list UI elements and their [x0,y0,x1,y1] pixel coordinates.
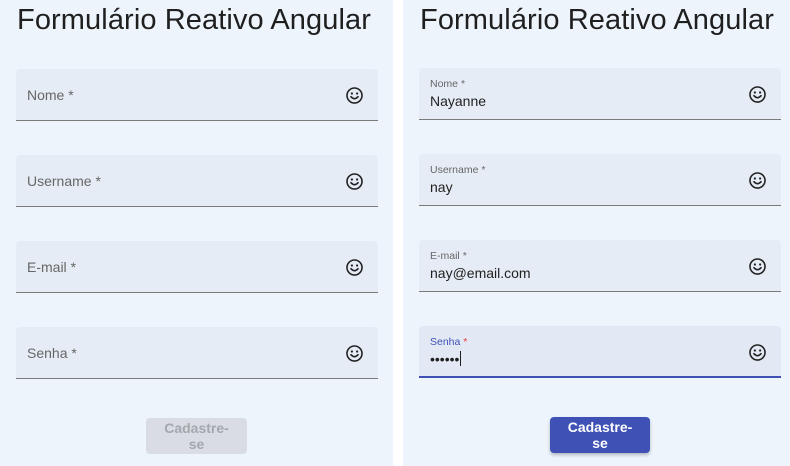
senha-label: Senha * [430,336,468,348]
nome-placeholder: Nome * [27,87,74,103]
smiley-icon [346,87,363,104]
smiley-icon [749,172,766,189]
cadastre-se-button[interactable]: Cadastre-se [550,417,650,453]
email-value: nay@email.com [430,265,531,281]
smiley-icon [346,173,363,190]
email-field[interactable]: E-mail * nay@email.com [419,240,781,292]
form-title: Formulário Reativo Angular [17,4,371,36]
senha-value: •••••• [430,351,462,367]
nome-value: Nayanne [430,93,487,109]
username-field[interactable]: Username * nay [419,154,781,206]
senha-placeholder: Senha * [27,345,77,361]
empty-form-panel: Formulário Reativo Angular Nome * Userna… [0,0,393,466]
smiley-icon [346,259,363,276]
email-field[interactable]: E-mail * [16,241,378,293]
text-caret [460,351,462,366]
smiley-icon [346,345,363,362]
nome-field[interactable]: Nome * [16,69,378,121]
nome-label: Nome * [430,78,466,90]
email-placeholder: E-mail * [27,259,77,275]
cadastre-se-button-disabled[interactable]: Cadastre-se [146,418,247,454]
nome-field[interactable]: Nome * Nayanne [419,68,781,120]
form-title: Formulário Reativo Angular [420,4,774,36]
smiley-icon [749,258,766,275]
filled-form-panel: Formulário Reativo Angular Nome * Nayann… [403,0,790,466]
email-label: E-mail * [430,250,467,262]
senha-field[interactable]: Senha * [16,327,378,379]
username-label: Username * [430,164,486,176]
smiley-icon [749,344,766,361]
username-value: nay [430,179,453,195]
username-field[interactable]: Username * [16,155,378,207]
screenshot-stage: Formulário Reativo Angular Nome * Userna… [0,0,790,466]
senha-field[interactable]: Senha * •••••• [419,326,781,378]
username-placeholder: Username * [27,173,101,189]
smiley-icon [749,86,766,103]
